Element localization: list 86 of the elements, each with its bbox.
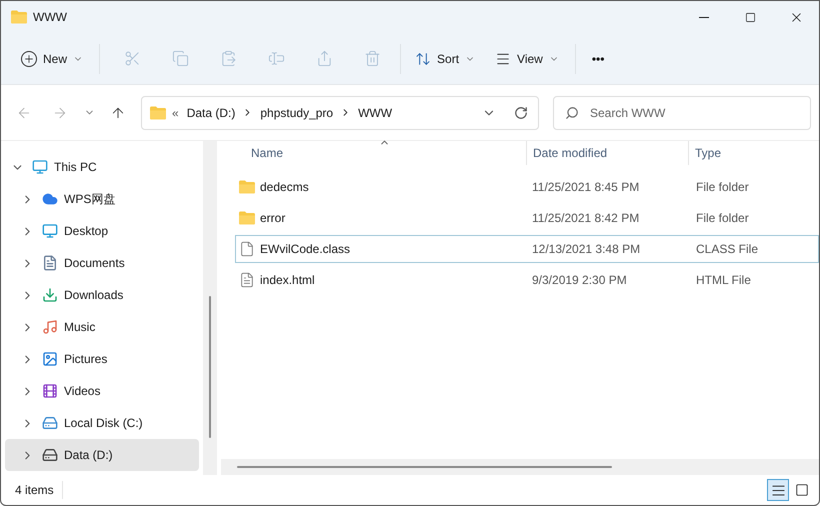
column-header[interactable]: Date modified [527, 141, 689, 165]
copy-icon [172, 50, 189, 67]
view-button[interactable]: View [485, 40, 569, 76]
nav-item[interactable]: Videos [5, 375, 199, 407]
nav-item[interactable]: Documents [5, 247, 199, 279]
minimize-icon [699, 16, 709, 18]
scissors-icon [124, 50, 141, 67]
folder-icon [239, 180, 255, 194]
nav-item[interactable]: Local Disk (C:) [5, 407, 199, 439]
nav-item[interactable]: Data (D:) [5, 439, 199, 471]
scroll-thumb[interactable] [237, 466, 612, 468]
scroll-thumb[interactable] [209, 296, 211, 438]
date-cell-text: 11/25/2021 8:42 PM [531, 210, 640, 227]
nav-item[interactable]: This PC [5, 151, 199, 183]
file-name: EWvilCode.class [260, 241, 350, 258]
file-icon [239, 241, 255, 257]
nav-label: Downloads [64, 287, 124, 304]
file-row[interactable]: index.html 9/3/2019 2:30 PM HTML File [235, 266, 819, 294]
drive-icon [42, 415, 58, 431]
new-button[interactable]: New [13, 40, 92, 76]
folder-icon [150, 106, 166, 120]
search-icon [565, 106, 579, 120]
nav-label: WPS网盘 [64, 191, 116, 208]
sort-icon [415, 50, 432, 66]
video-icon [42, 383, 58, 399]
nav-item[interactable]: WPS网盘 [5, 183, 199, 215]
date-cell-text: 9/3/2019 2:30 PM [531, 272, 628, 289]
nav-label: Data (D:) [64, 447, 113, 464]
text-file-icon [239, 272, 255, 288]
sort-button[interactable]: Sort [405, 40, 486, 76]
rename-icon [268, 50, 285, 67]
overflow-label: « [172, 104, 179, 122]
more-button[interactable]: ••• [582, 40, 614, 76]
file-row[interactable]: EWvilCode.class 12/13/2021 3:48 PM CLASS File [235, 235, 819, 263]
nav-label: Pictures [64, 351, 108, 368]
breadcrumb[interactable]: phpstudy_pro [260, 104, 334, 122]
type-cell-text: HTML File [695, 272, 751, 289]
nav-item[interactable]: Pictures [5, 343, 199, 375]
breadcrumb[interactable]: Data (D:) [186, 104, 236, 122]
share-icon [316, 50, 333, 67]
date-cell-text: 11/25/2021 8:45 PM [531, 179, 640, 196]
desktop-icon [42, 223, 58, 239]
nav-label: Documents [64, 255, 125, 272]
nav-item[interactable]: Desktop [5, 215, 199, 247]
plus-icon [21, 50, 37, 66]
breadcrumb[interactable]: WWW [358, 104, 392, 122]
picture-icon [42, 351, 58, 367]
address-bar[interactable]: « Data (D:) phpstudy_pro WWW [141, 96, 539, 130]
folder-icon [239, 211, 255, 225]
monitor-icon [32, 159, 48, 175]
scrollbar[interactable] [203, 141, 217, 475]
file-row[interactable]: dedecms 11/25/2021 8:45 PM File folder [235, 173, 819, 201]
nav-label: Music [64, 319, 96, 336]
view-toggle-button[interactable] [767, 479, 789, 501]
nav-label: Desktop [64, 223, 108, 240]
column-header[interactable]: Name [221, 141, 527, 165]
preview-pane-icon [795, 483, 809, 497]
file-row[interactable]: error 11/25/2021 8:42 PM File folder [235, 204, 819, 232]
maximize-icon [744, 12, 756, 22]
nav-label: Videos [64, 383, 100, 400]
cloud-icon [42, 191, 58, 207]
clipboard-icon [220, 50, 237, 67]
nav-item[interactable]: Downloads [5, 279, 199, 311]
column-header[interactable]: Type [689, 141, 819, 165]
folder-icon [11, 10, 27, 24]
refresh-icon[interactable] [514, 106, 528, 120]
file-name: index.html [260, 272, 315, 289]
file-name: dedecms [260, 179, 309, 196]
search-field[interactable]: Search WWW [553, 96, 811, 130]
drive-icon [42, 447, 58, 463]
type-cell-text: CLASS File [695, 241, 758, 258]
type-cell-text: File folder [695, 210, 749, 227]
date-cell-text: 12/13/2021 3:48 PM [531, 241, 642, 258]
download-icon [42, 287, 58, 303]
nav-label: Local Disk (C:) [64, 415, 143, 432]
music-icon [42, 319, 58, 335]
file-name: error [260, 210, 286, 227]
nav-label: This PC [54, 159, 97, 176]
details-view-icon [770, 482, 786, 498]
item-count: 4 items [15, 481, 63, 499]
trash-icon [364, 50, 381, 67]
type-cell-text: File folder [695, 179, 749, 196]
document-icon [42, 255, 58, 271]
horizontal-scrollbar[interactable] [221, 459, 819, 475]
nav-item[interactable]: Music [5, 311, 199, 343]
window-title: WWW [33, 9, 68, 26]
